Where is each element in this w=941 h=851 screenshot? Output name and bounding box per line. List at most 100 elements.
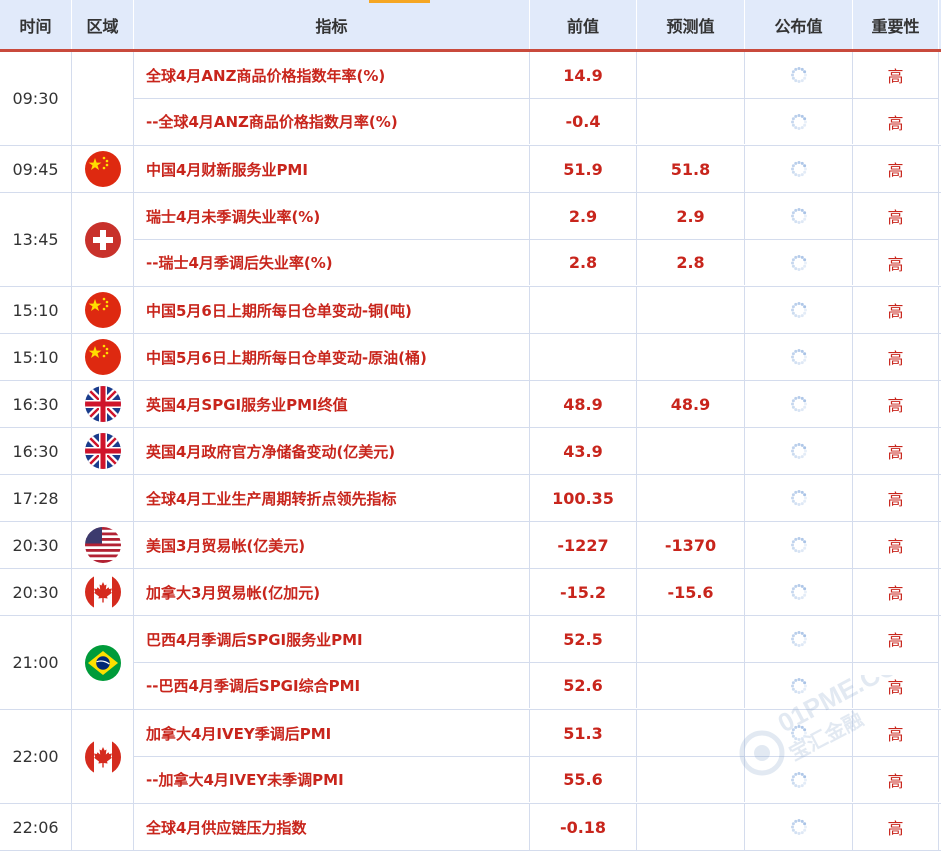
indicator-name[interactable]: 巴西4月季调后SPGI服务业PMI <box>134 616 530 662</box>
importance-badge: 高 <box>853 710 939 756</box>
canada-flag-icon <box>84 738 121 775</box>
brazil-flag-icon <box>84 644 121 681</box>
indicator-name[interactable]: 美国3月贸易帐(亿美元) <box>134 522 530 568</box>
published-value <box>745 428 853 474</box>
switzerland-flag-icon <box>84 221 121 258</box>
event-group: 09:30 全球4月ANZ商品价格指数年率(%) 14.9 高 --全球4月ANZ商品价… <box>0 52 941 146</box>
event-time: 20:30 <box>0 569 72 615</box>
table-row[interactable]: 中国5月6日上期所每日仓单变动-原油(桶) 高 <box>134 334 939 380</box>
table-row[interactable]: 英国4月政府官方净储备变动(亿美元) 43.9 高 <box>134 428 939 474</box>
previous-value: -1227 <box>530 522 637 568</box>
event-group: 15:10 中国5月6日上期所每日仓单变动-铜(吨) 高 <box>0 287 941 334</box>
loading-spinner-icon <box>790 819 807 835</box>
indicator-name[interactable]: --加拿大4月IVEY未季调PMI <box>134 757 530 802</box>
indicator-name[interactable]: 全球4月供应链压力指数 <box>134 804 530 850</box>
indicator-name[interactable]: 加拿大4月IVEY季调后PMI <box>134 710 530 756</box>
indicator-name[interactable]: 全球4月ANZ商品价格指数年率(%) <box>134 52 530 98</box>
table-row[interactable]: --全球4月ANZ商品价格指数月率(%) -0.4 高 <box>134 98 939 144</box>
table-row[interactable]: 加拿大3月贸易帐(亿加元) -15.2 -15.6 高 <box>134 569 939 615</box>
loading-spinner-icon <box>790 631 807 647</box>
china-flag-icon <box>84 151 121 187</box>
forecast-value <box>637 710 745 756</box>
event-time: 20:30 <box>0 522 72 568</box>
previous-value: 51.3 <box>530 710 637 756</box>
published-value <box>745 663 853 708</box>
loading-spinner-icon <box>790 67 807 83</box>
indicator-name[interactable]: 英国4月政府官方净储备变动(亿美元) <box>134 428 530 474</box>
loading-spinner-icon <box>790 208 807 224</box>
region-cell <box>72 710 134 803</box>
header-indicator: 指标 <box>134 0 530 49</box>
region-cell <box>72 428 134 474</box>
table-row[interactable]: 巴西4月季调后SPGI服务业PMI 52.5 高 <box>134 616 939 662</box>
region-cell <box>72 287 134 333</box>
event-time: 09:45 <box>0 146 72 192</box>
table-row[interactable]: 美国3月贸易帐(亿美元) -1227 -1370 高 <box>134 522 939 568</box>
indicator-name[interactable]: 英国4月SPGI服务业PMI终值 <box>134 381 530 427</box>
indicator-name[interactable]: 加拿大3月贸易帐(亿加元) <box>134 569 530 615</box>
table-row[interactable]: 全球4月工业生产周期转折点领先指标 100.35 高 <box>134 475 939 521</box>
published-value <box>745 757 853 802</box>
indicator-name[interactable]: 中国4月财新服务业PMI <box>134 146 530 192</box>
table-header: 时间 区域 指标 前值 预测值 公布值 重要性 <box>0 0 941 52</box>
previous-value: 2.8 <box>530 240 637 285</box>
importance-badge: 高 <box>853 287 939 333</box>
importance-badge: 高 <box>853 334 939 380</box>
table-row[interactable]: --巴西4月季调后SPGI综合PMI 52.6 高 <box>134 662 939 708</box>
table-row[interactable]: 英国4月SPGI服务业PMI终值 48.9 48.9 高 <box>134 381 939 427</box>
table-body: 09:30 全球4月ANZ商品价格指数年率(%) 14.9 高 --全球4月ANZ商品价… <box>0 52 941 851</box>
published-value <box>745 710 853 756</box>
forecast-value <box>637 616 745 662</box>
indicator-name[interactable]: 中国5月6日上期所每日仓单变动-铜(吨) <box>134 287 530 333</box>
forecast-value: -15.6 <box>637 569 745 615</box>
indicator-name[interactable]: --瑞士4月季调后失业率(%) <box>134 240 530 285</box>
event-time: 13:45 <box>0 193 72 286</box>
indicator-name[interactable]: 全球4月工业生产周期转折点领先指标 <box>134 475 530 521</box>
indicator-name[interactable]: --巴西4月季调后SPGI综合PMI <box>134 663 530 708</box>
importance-badge: 高 <box>853 193 939 239</box>
event-time: 21:00 <box>0 616 72 709</box>
active-tab-indicator <box>369 0 430 3</box>
region-cell <box>72 193 134 286</box>
indicator-name[interactable]: 瑞士4月未季调失业率(%) <box>134 193 530 239</box>
forecast-value <box>637 663 745 708</box>
region-cell <box>72 146 134 192</box>
forecast-value: -1370 <box>637 522 745 568</box>
importance-badge: 高 <box>853 146 939 192</box>
header-area: 区域 <box>72 0 134 49</box>
published-value <box>745 804 853 850</box>
table-row[interactable]: 全球4月ANZ商品价格指数年率(%) 14.9 高 <box>134 52 939 98</box>
table-row[interactable]: 全球4月供应链压力指数 -0.18 高 <box>134 804 939 850</box>
forecast-value <box>637 334 745 380</box>
header-published: 公布值 <box>745 0 853 49</box>
previous-value: 51.9 <box>530 146 637 192</box>
published-value <box>745 99 853 144</box>
loading-spinner-icon <box>790 490 807 506</box>
previous-value <box>530 334 637 380</box>
previous-value: -15.2 <box>530 569 637 615</box>
forecast-value: 2.9 <box>637 193 745 239</box>
importance-badge: 高 <box>853 428 939 474</box>
importance-badge: 高 <box>853 804 939 850</box>
importance-badge: 高 <box>853 381 939 427</box>
event-group: 17:28 全球4月工业生产周期转折点领先指标 100.35 高 <box>0 475 941 522</box>
table-row[interactable]: --瑞士4月季调后失业率(%) 2.8 2.8 高 <box>134 239 939 285</box>
forecast-value <box>637 287 745 333</box>
table-row[interactable]: --加拿大4月IVEY未季调PMI 55.6 高 <box>134 756 939 802</box>
table-row[interactable]: 中国4月财新服务业PMI 51.9 51.8 高 <box>134 146 939 192</box>
event-group: 20:30 美国3月贸易帐(亿美元) -1227 -1370 高 <box>0 522 941 569</box>
indicator-name[interactable]: 中国5月6日上期所每日仓单变动-原油(桶) <box>134 334 530 380</box>
forecast-value <box>637 99 745 144</box>
table-row[interactable]: 瑞士4月未季调失业率(%) 2.9 2.9 高 <box>134 193 939 239</box>
loading-spinner-icon <box>790 677 807 694</box>
indicator-name[interactable]: --全球4月ANZ商品价格指数月率(%) <box>134 99 530 144</box>
header-forecast: 预测值 <box>637 0 745 49</box>
table-row[interactable]: 加拿大4月IVEY季调后PMI 51.3 高 <box>134 710 939 756</box>
published-value <box>745 381 853 427</box>
event-time: 22:00 <box>0 710 72 803</box>
published-value <box>745 522 853 568</box>
importance-badge: 高 <box>853 569 939 615</box>
published-value <box>745 193 853 239</box>
table-row[interactable]: 中国5月6日上期所每日仓单变动-铜(吨) 高 <box>134 287 939 333</box>
loading-spinner-icon <box>790 254 807 271</box>
